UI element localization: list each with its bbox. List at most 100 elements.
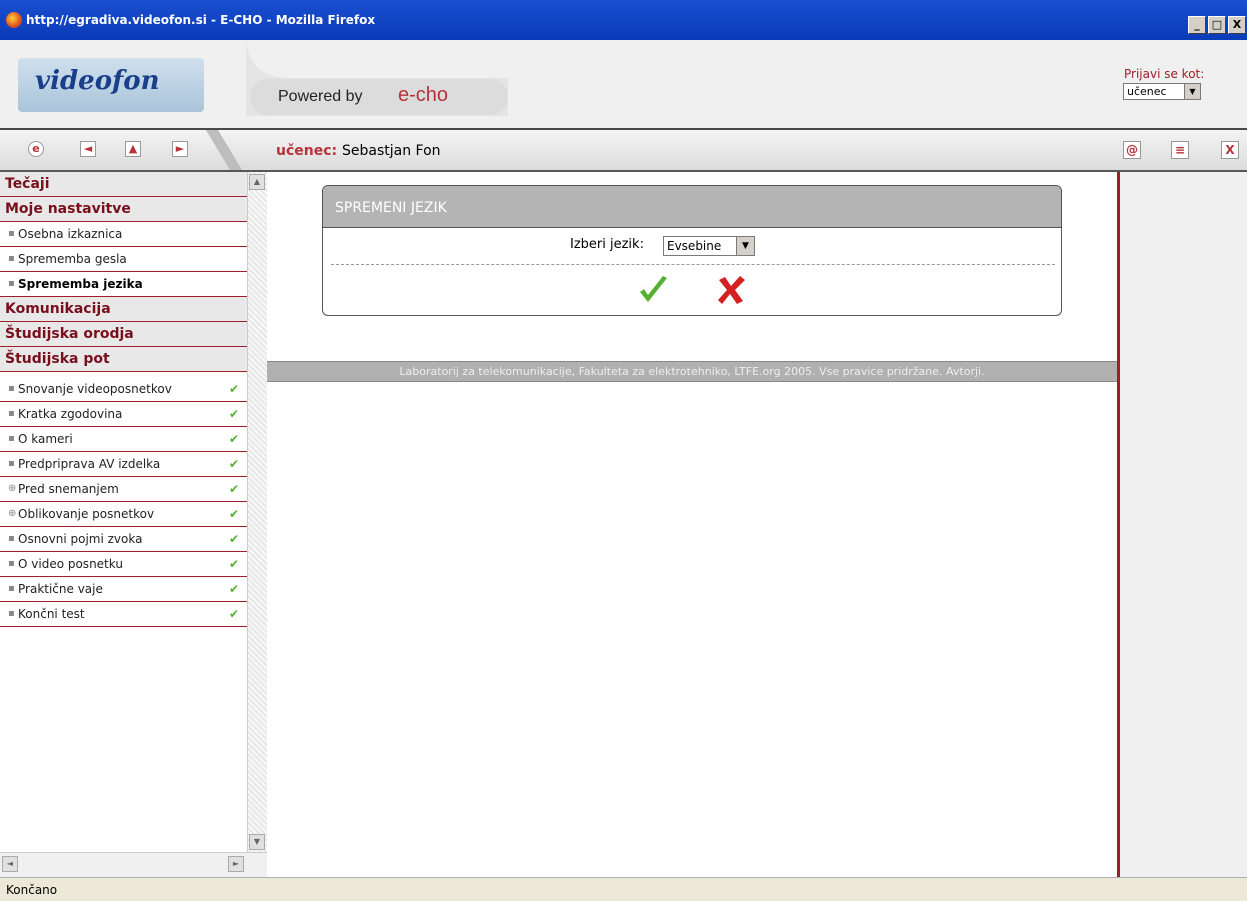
window-title: http://egradiva.videofon.si - E-CHO - Mo… <box>26 13 376 27</box>
sidebar-item-label: Končni test <box>18 607 85 621</box>
language-select-value: Evsebine <box>667 239 722 253</box>
sidebar-item-label: Pred snemanjem <box>18 482 119 496</box>
login-role-value: učenec <box>1127 85 1167 98</box>
checkmark-icon: ✔ <box>228 457 239 471</box>
bullet-icon: ▪ <box>8 558 15 569</box>
info-icon[interactable]: @ <box>1123 141 1141 159</box>
sidebar-item-predpriprava-av-izdelka[interactable]: ▪ Predpriprava AV izdelka ✔ <box>0 452 247 477</box>
footer-bar: Laboratorij za telekomunikacije, Fakulte… <box>267 361 1117 382</box>
sidebar-horizontal-scrollbar[interactable]: ◄ ► <box>0 852 267 877</box>
sidebar-section-moje-nastavitve[interactable]: Moje nastavitve <box>0 197 247 222</box>
title-bar: http://egradiva.videofon.si - E-CHO - Mo… <box>0 0 1247 40</box>
nav-separator <box>206 130 242 170</box>
user-name-label: Sebastjan Fon <box>342 143 441 159</box>
login-as-label: Prijavi se kot: <box>1124 67 1205 81</box>
sidebar-item-sprememba-jezika[interactable]: ▪ Sprememba jezika <box>0 272 247 297</box>
scroll-down-icon[interactable]: ▼ <box>249 834 265 850</box>
language-select[interactable]: Evsebine ▼ <box>663 236 755 256</box>
dialog-title: SPREMENI JEZIK <box>335 200 447 216</box>
language-label: Izberi jezik: <box>570 237 644 252</box>
sidebar-item-oblikovanje-posnetkov[interactable]: ⊕ Oblikovanje posnetkov ✔ <box>0 502 247 527</box>
logo-text: videofon <box>35 66 160 96</box>
cancel-x-icon[interactable] <box>715 274 747 306</box>
sidebar-item-label: Sprememba jezika <box>18 277 143 291</box>
scroll-left-icon[interactable]: ◄ <box>2 856 18 872</box>
sidebar-item-label: Kratka zgodovina <box>18 407 123 421</box>
sidebar-item-prakticne-vaje[interactable]: ▪ Praktične vaje ✔ <box>0 577 247 602</box>
bullet-icon: ▪ <box>8 608 15 619</box>
minimize-button[interactable]: _ <box>1188 16 1206 34</box>
sidebar-item-pred-snemanjem[interactable]: ⊕ Pred snemanjem ✔ <box>0 477 247 502</box>
dialog-divider <box>331 264 1055 265</box>
sidebar-item-label: Osebna izkaznica <box>18 227 123 241</box>
app-header: videofon Powered by e-cho Prijavi se kot… <box>0 40 1247 128</box>
user-role-label: učenec: <box>276 143 338 159</box>
checkmark-icon: ✔ <box>228 532 239 546</box>
sidebar: Tečaji Moje nastavitve ▪ Osebna izkaznic… <box>0 172 247 877</box>
sidebar-item-label: Osnovni pojmi zvoka <box>18 532 143 546</box>
checkmark-icon: ✔ <box>228 482 239 496</box>
checkmark-icon: ✔ <box>228 432 239 446</box>
bullet-icon: ▪ <box>8 253 15 264</box>
status-text: Končano <box>6 883 58 897</box>
sidebar-item-osebna-izkaznica[interactable]: ▪ Osebna izkaznica <box>0 222 247 247</box>
scroll-right-icon[interactable]: ► <box>228 856 244 872</box>
bullet-icon: ▪ <box>8 533 15 544</box>
up-arrow-icon[interactable]: ▲ <box>125 141 141 157</box>
bullet-icon: ▪ <box>8 383 15 394</box>
bullet-icon: ▪ <box>8 433 15 444</box>
bullet-icon: ▪ <box>8 458 15 469</box>
firefox-icon <box>6 12 22 28</box>
checkmark-icon: ✔ <box>228 407 239 421</box>
checkmark-icon: ✔ <box>228 557 239 571</box>
sidebar-item-label: O kameri <box>18 432 73 446</box>
sidebar-item-o-kameri[interactable]: ▪ O kameri ✔ <box>0 427 247 452</box>
status-bar: Končano <box>0 877 1247 901</box>
sidebar-section-tecaji[interactable]: Tečaji <box>0 172 247 197</box>
back-arrow-icon[interactable]: ◄ <box>80 141 96 157</box>
sidebar-item-snovanje-videoposnetkov[interactable]: ▪ Snovanje videoposnetkov ✔ <box>0 377 247 402</box>
checkmark-icon: ✔ <box>228 382 239 396</box>
sidebar-item-label: Predpriprava AV izdelka <box>18 457 161 471</box>
sidebar-item-label: O video posnetku <box>18 557 123 571</box>
sidebar-item-label: Sprememba gesla <box>18 252 127 266</box>
sidebar-section-komunikacija[interactable]: Komunikacija <box>0 297 247 322</box>
logout-close-icon[interactable]: X <box>1221 141 1239 159</box>
notes-icon[interactable]: ≡ <box>1171 141 1189 159</box>
powered-by-label: Powered by <box>278 88 363 105</box>
checkmark-icon: ✔ <box>228 582 239 596</box>
change-language-dialog: SPREMENI JEZIK Izberi jezik: Evsebine ▼ <box>322 185 1062 316</box>
sidebar-section-studijska-orodja[interactable]: Študijska orodja <box>0 322 247 347</box>
bullet-icon: ▪ <box>8 408 15 419</box>
bullet-icon: ▪ <box>8 228 15 239</box>
sidebar-item-kratka-zgodovina[interactable]: ▪ Kratka zgodovina ✔ <box>0 402 247 427</box>
sidebar-item-o-video-posnetku[interactable]: ▪ O video posnetku ✔ <box>0 552 247 577</box>
bullet-icon: ▪ <box>8 278 15 289</box>
expand-plus-icon[interactable]: ⊕ <box>8 477 16 501</box>
checkmark-icon: ✔ <box>228 607 239 621</box>
login-role-select[interactable]: učenec ▼ <box>1123 83 1201 100</box>
window-close-button[interactable]: X <box>1228 16 1246 34</box>
echo-brand-label: e-cho <box>398 84 449 106</box>
maximize-button[interactable]: □ <box>1208 16 1226 34</box>
sidebar-item-label: Oblikovanje posnetkov <box>18 507 155 521</box>
checkmark-icon: ✔ <box>228 507 239 521</box>
dialog-header: SPREMENI JEZIK <box>323 186 1061 228</box>
sidebar-section-studijska-pot[interactable]: Študijska pot <box>0 347 247 372</box>
bullet-icon: ▪ <box>8 583 15 594</box>
sidebar-item-sprememba-gesla[interactable]: ▪ Sprememba gesla <box>0 247 247 272</box>
sidebar-vertical-scrollbar[interactable]: ▲ ▼ <box>247 172 267 852</box>
forward-arrow-icon[interactable]: ► <box>172 141 188 157</box>
sidebar-item-koncni-test[interactable]: ▪ Končni test ✔ <box>0 602 247 627</box>
chevron-down-icon: ▼ <box>736 237 754 255</box>
home-icon[interactable]: e <box>28 141 44 157</box>
sidebar-item-label: Snovanje videoposnetkov <box>18 382 172 396</box>
scroll-up-icon[interactable]: ▲ <box>249 174 265 190</box>
expand-plus-icon[interactable]: ⊕ <box>8 502 16 526</box>
right-panel <box>1117 172 1247 877</box>
sidebar-item-osnovni-pojmi-zvoka[interactable]: ▪ Osnovni pojmi zvoka ✔ <box>0 527 247 552</box>
confirm-checkmark-icon[interactable] <box>637 274 669 306</box>
chevron-down-icon: ▼ <box>1184 84 1200 99</box>
browser-window: http://egradiva.videofon.si - E-CHO - Mo… <box>0 0 1247 901</box>
sidebar-item-label: Praktične vaje <box>18 582 103 596</box>
